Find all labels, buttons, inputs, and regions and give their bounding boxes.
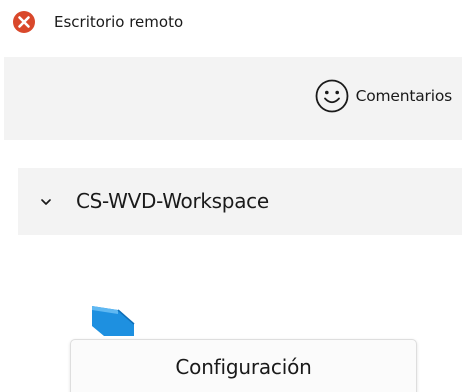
desktop-resource-tile[interactable]	[90, 304, 136, 336]
feedback-label: Comentarios	[355, 87, 453, 105]
remote-desktop-logo-icon	[13, 11, 35, 33]
settings-label: Configuración	[175, 355, 312, 379]
workspace-name: CS-WVD-Workspace	[76, 189, 269, 213]
app-title: Escritorio remoto	[54, 13, 184, 31]
feedback-button[interactable]: Comentarios	[314, 77, 452, 115]
smiley-icon	[315, 79, 349, 113]
title-bar: Escritorio remoto	[0, 0, 462, 46]
desktop-icon	[92, 306, 135, 336]
settings-menu-item[interactable]: Configuración	[70, 339, 417, 392]
workspace-header[interactable]: CS-WVD-Workspace	[18, 168, 462, 235]
chevron-down-icon	[41, 199, 51, 205]
toolbar: Comentarios	[4, 57, 462, 140]
